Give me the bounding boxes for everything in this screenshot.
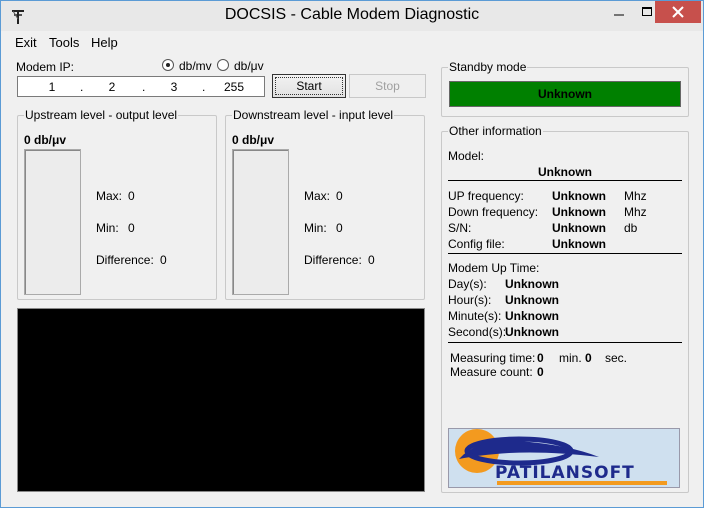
downstream-max-value: 0 [336,189,343,203]
downstream-max-label: Max: [304,189,331,203]
upstream-title: Upstream level - output level [24,108,179,122]
stop-button[interactable]: Stop [349,74,426,98]
downstream-level-meter [232,149,289,295]
up-frequency-label: UP frequency: [448,189,524,203]
minimize-button[interactable] [605,1,633,23]
menu-bar: Exit Tools Help [1,31,703,53]
maximize-icon [642,7,652,16]
uptime-minutes-label: Minute(s): [448,309,502,323]
ip-octet-4[interactable]: 255 [214,80,254,94]
ip-dot: . [202,80,206,94]
uptime-seconds-label: Second(s): [448,325,507,339]
close-icon [672,6,684,18]
downstream-diff-value: 0 [368,253,375,267]
measure-count-label: Measure count: [450,365,533,379]
ip-address-input[interactable]: 1 . 2 . 3 . 255 [17,76,265,97]
app-window: DOCSIS - Cable Modem Diagnostic Exit Too… [0,0,704,508]
upstream-group: Upstream level - output level 0 db/μv Ma… [17,108,217,300]
ip-dot: . [80,80,84,94]
uptime-title: Modem Up Time: [448,261,540,275]
config-file-value: Unknown [552,237,606,251]
log-console[interactable] [17,308,425,492]
upstream-max-value: 0 [128,189,135,203]
model-label: Model: [448,149,485,163]
menu-help[interactable]: Help [91,35,118,50]
standby-title: Standby mode [448,60,528,74]
menu-exit[interactable]: Exit [15,35,37,50]
measuring-min-value: 0 [537,351,544,365]
upstream-min-value: 0 [128,221,135,235]
upstream-max-label: Max: [96,189,123,203]
ip-octet-1[interactable]: 1 [32,80,72,94]
config-file-label: Config file: [448,237,505,251]
upstream-value: 0 db/μv [24,133,67,147]
measuring-time-label: Measuring time: [450,351,536,365]
upstream-min-label: Min: [96,221,119,235]
title-bar: DOCSIS - Cable Modem Diagnostic [1,1,703,31]
unit-dbuv-radio[interactable] [217,59,229,71]
upstream-level-meter [24,149,81,295]
ip-octet-2[interactable]: 2 [92,80,132,94]
down-frequency-value: Unknown [552,205,606,219]
unit-dbuv-label: db/μv [234,59,264,73]
unit-dbmv-radio[interactable] [162,59,174,71]
info-title: Other information [448,124,543,138]
downstream-group: Downstream level - input level 0 db/μv M… [225,108,425,300]
down-frequency-label: Down frequency: [448,205,539,219]
separator [448,253,682,254]
downstream-min-value: 0 [336,221,343,235]
measure-count-value: 0 [537,365,544,379]
standby-status: Unknown [449,81,681,107]
down-frequency-unit: Mhz [624,205,647,219]
window-title: DOCSIS - Cable Modem Diagnostic [224,6,480,23]
sec-unit-label: sec. [605,351,628,365]
sn-value: Unknown [552,221,606,235]
uptime-hours-value: Unknown [505,293,559,307]
logo-text: PATILANSOFT [495,463,635,483]
minimize-icon [614,14,624,16]
upstream-diff-label: Difference: [96,253,154,267]
ip-octet-3[interactable]: 3 [154,80,194,94]
upstream-diff-value: 0 [160,253,167,267]
sn-unit: db [624,221,638,235]
patilansoft-logo: PATILANSOFT [448,428,680,488]
downstream-min-label: Min: [304,221,327,235]
unit-dbmv-label: db/mv [179,59,212,73]
menu-tools[interactable]: Tools [49,35,79,50]
modem-ip-label: Modem IP: [16,60,75,74]
min-unit-label: min. [559,351,582,365]
uptime-days-label: Day(s): [448,277,487,291]
separator [448,342,682,343]
downstream-title: Downstream level - input level [232,108,395,122]
downstream-value: 0 db/μv [232,133,275,147]
up-frequency-unit: Mhz [624,189,647,203]
downstream-diff-label: Difference: [304,253,362,267]
model-value: Unknown [538,165,592,179]
uptime-minutes-value: Unknown [505,309,559,323]
separator [448,180,682,181]
uptime-days-value: Unknown [505,277,559,291]
close-button[interactable] [655,1,701,23]
ip-dot: . [142,80,146,94]
uptime-seconds-value: Unknown [505,325,559,339]
start-button[interactable]: Start [272,74,346,98]
up-frequency-value: Unknown [552,189,606,203]
measuring-sec-value: 0 [585,351,592,365]
uptime-hours-label: Hour(s): [448,293,492,307]
sn-label: S/N: [448,221,472,235]
